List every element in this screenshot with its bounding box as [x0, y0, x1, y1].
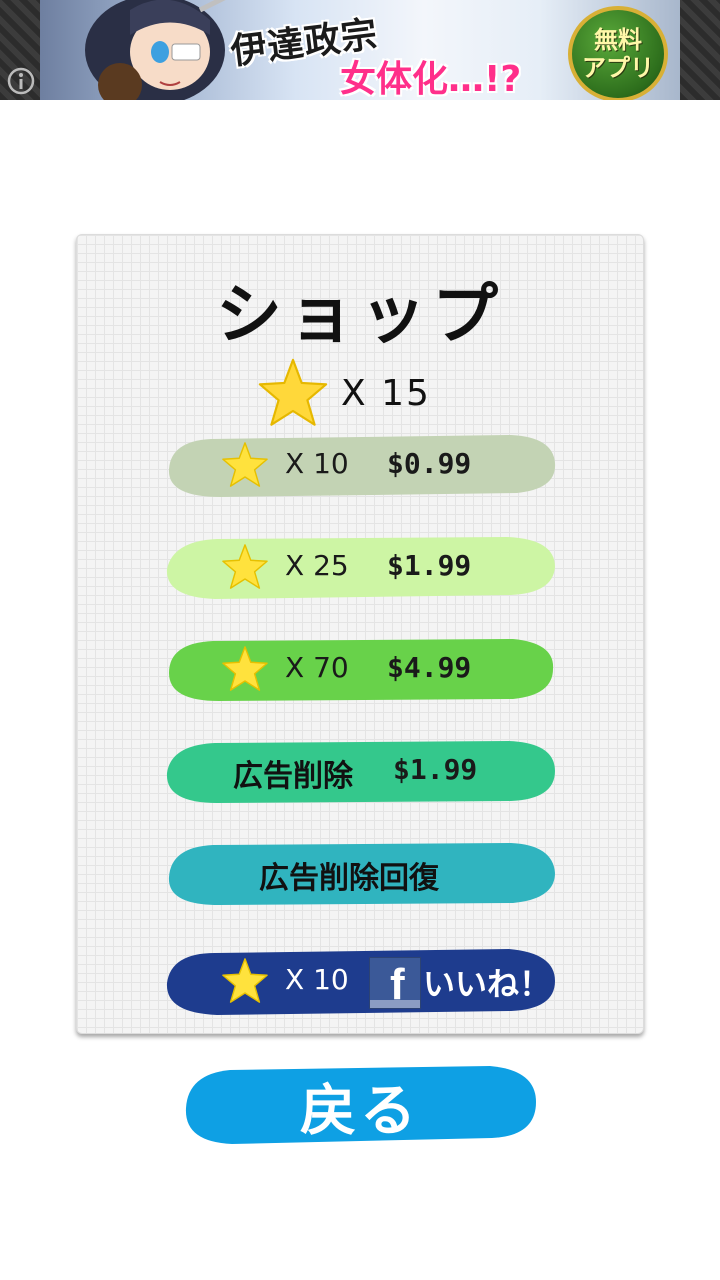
- item-quantity: X 70: [285, 651, 349, 684]
- back-button[interactable]: 戻る: [180, 1058, 540, 1148]
- item-quantity: X 25: [285, 549, 349, 582]
- item-price: $0.99: [387, 447, 472, 480]
- star-icon: [222, 442, 268, 487]
- shop-panel: ショップ X 15 X 10 $0.99 X 25 $1.99 X 70 $4.…: [76, 234, 644, 1034]
- facebook-like-button[interactable]: X 10 f いいね！: [161, 941, 561, 1021]
- item-price: $1.99: [387, 549, 472, 582]
- restore-remove-ads-button[interactable]: 広告削除回復: [161, 833, 561, 913]
- info-icon[interactable]: [6, 66, 36, 96]
- buy-10-stars-button[interactable]: X 10 $0.99: [161, 425, 561, 505]
- star-icon: [222, 646, 268, 691]
- banner-artwork[interactable]: 伊達政宗 女体化…!? 無料 アプリ: [40, 0, 680, 100]
- star-icon: [258, 358, 328, 426]
- item-quantity: X 10: [285, 963, 349, 996]
- badge-line2: アプリ: [582, 54, 654, 82]
- badge-line1: 無料: [594, 26, 642, 54]
- buy-25-stars-button[interactable]: X 25 $1.99: [161, 527, 561, 607]
- buy-70-stars-button[interactable]: X 70 $4.99: [161, 629, 561, 709]
- remove-ads-button[interactable]: 広告削除 $1.99: [161, 731, 561, 811]
- banner-subheadline: 女体化…!?: [340, 59, 522, 100]
- banner-right-pattern: [680, 0, 720, 100]
- star-balance: X 15: [257, 357, 431, 429]
- item-quantity: X 10: [285, 447, 349, 480]
- back-label: 戻る: [300, 1079, 420, 1144]
- item-price: $4.99: [387, 651, 472, 684]
- item-price: $1.99: [393, 753, 478, 786]
- ad-banner[interactable]: 伊達政宗 女体化…!? 無料 アプリ: [0, 0, 720, 100]
- like-label: いいね！: [423, 965, 552, 1003]
- star-icon: [222, 958, 268, 1003]
- restore-label: 広告削除回復: [259, 861, 439, 896]
- star-balance-value: X 15: [341, 372, 431, 414]
- brush-background: [166, 741, 555, 803]
- star-icon: [222, 544, 268, 589]
- page-title: ショップ: [216, 276, 504, 353]
- facebook-icon: f: [369, 957, 421, 1009]
- free-app-badge: 無料 アプリ: [568, 6, 668, 100]
- anime-character-image: [85, 0, 226, 100]
- remove-ads-label: 広告削除: [233, 759, 353, 794]
